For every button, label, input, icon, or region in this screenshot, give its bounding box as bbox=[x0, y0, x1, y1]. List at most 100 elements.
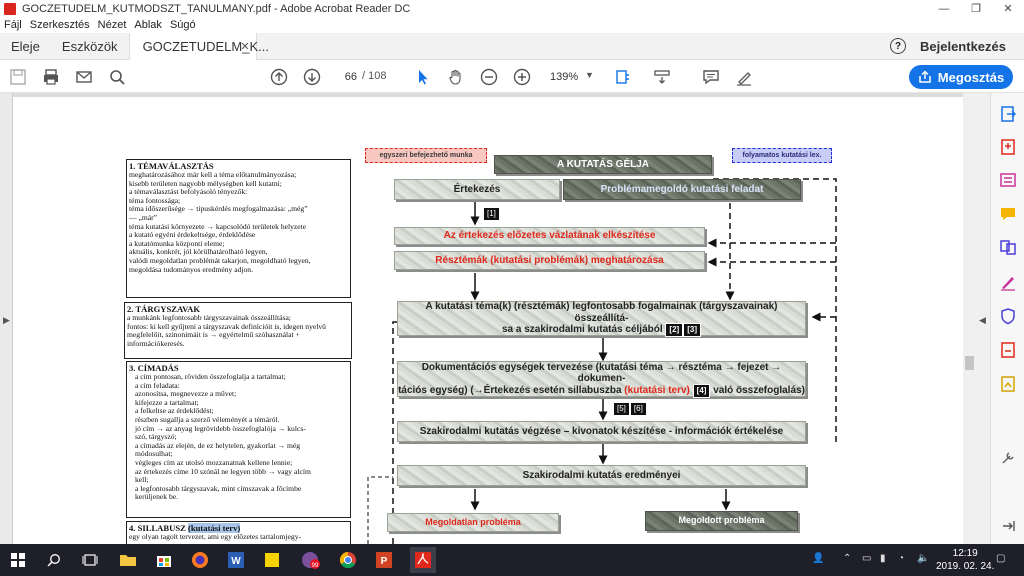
flow-problemamegoldo: Problémamegoldó kutatási feladat bbox=[563, 179, 801, 200]
box3-line: kerüljenek be. bbox=[135, 492, 179, 502]
flow-megoldott: Megoldott probléma bbox=[645, 511, 798, 531]
wifi-icon[interactable]: ◔ bbox=[898, 553, 904, 564]
flow-vazlat: Az értekezés előzetes vázlatának elkészí… bbox=[394, 227, 705, 245]
pdf-page: 1. TÉMAVÁLASZTÁS meghatározásához már ke… bbox=[13, 97, 963, 544]
powerpoint-icon[interactable]: P bbox=[374, 550, 394, 570]
search-taskbar-icon[interactable] bbox=[44, 550, 64, 570]
dashed-loop-left-outer bbox=[367, 476, 393, 544]
store-icon[interactable] bbox=[154, 550, 174, 570]
collapse-panel-icon[interactable] bbox=[999, 517, 1017, 535]
fogalmak-line2: sa a szakirodalmi kutatás céljából [2] [3… bbox=[502, 323, 701, 337]
clock[interactable]: 12:19 2019. 02. 24. bbox=[936, 547, 994, 573]
previous-page-icon[interactable] bbox=[268, 66, 290, 88]
acrobat-taskbar-icon[interactable] bbox=[410, 547, 436, 573]
share-button[interactable]: Megosztás bbox=[909, 65, 1013, 89]
protect-icon[interactable] bbox=[999, 307, 1017, 325]
scroll-mode-icon[interactable] bbox=[651, 66, 673, 88]
combine-files-icon[interactable] bbox=[999, 238, 1017, 256]
export-pdf-icon[interactable] bbox=[999, 105, 1017, 123]
viber-icon[interactable]: 99 bbox=[300, 550, 320, 570]
search-icon[interactable] bbox=[106, 66, 128, 88]
chrome-icon[interactable] bbox=[338, 550, 358, 570]
scrollbar-thumb[interactable] bbox=[965, 356, 974, 370]
firefox-icon[interactable] bbox=[190, 550, 210, 570]
zoom-dropdown-icon[interactable]: ▼ bbox=[585, 70, 594, 80]
battery-icon[interactable]: ▮ bbox=[880, 553, 886, 564]
page-fit-icon[interactable] bbox=[612, 66, 634, 88]
send-review-icon[interactable] bbox=[999, 341, 1017, 359]
close-window-button[interactable]: ✕ bbox=[992, 0, 1024, 17]
page-number-input[interactable] bbox=[333, 68, 361, 86]
flow-ertekezes: Értekezés bbox=[394, 179, 560, 200]
fogalmak-line1: A kutatási téma(k) (résztémák) legfontos… bbox=[425, 301, 778, 324]
menu-edit[interactable]: Szerkesztés bbox=[30, 19, 90, 31]
box2-line: információkeresés. bbox=[127, 338, 185, 348]
zoom-level[interactable]: 139% bbox=[550, 71, 578, 83]
left-panel-toggle[interactable]: ▶ bbox=[0, 93, 13, 544]
task-view-icon[interactable] bbox=[80, 550, 100, 570]
edit-pdf-icon[interactable] bbox=[999, 171, 1017, 189]
send-sign-icon[interactable] bbox=[999, 375, 1017, 393]
highlight-pen-icon[interactable] bbox=[733, 66, 755, 88]
tab-tools[interactable]: Eszközök bbox=[51, 33, 129, 60]
minimize-button[interactable]: — bbox=[928, 0, 960, 17]
save-icon[interactable] bbox=[7, 66, 29, 88]
menu-window[interactable]: Ablak bbox=[134, 19, 162, 31]
collapse-right-panel-icon[interactable]: ◀ bbox=[979, 315, 986, 326]
legend-continuous-task: folyamatos kutatási lex. bbox=[732, 148, 832, 163]
restore-button[interactable]: ❐ bbox=[960, 0, 992, 17]
share-icon bbox=[919, 70, 931, 83]
vertical-scrollbar[interactable]: ◀ bbox=[963, 93, 990, 544]
help-icon[interactable]: ? bbox=[890, 38, 906, 54]
menu-view[interactable]: Nézet bbox=[98, 19, 127, 31]
close-tab-icon[interactable]: ✕ bbox=[240, 40, 249, 53]
tab-document-label: GOCZETUDELM_K... bbox=[142, 38, 269, 54]
menu-file[interactable]: Fájl bbox=[4, 19, 22, 31]
box4-line: egy olyan tagolt tervezet, ami egy előze… bbox=[129, 532, 302, 541]
box3-line: az értekezés címe 10 szónál ne legyen tö… bbox=[135, 466, 311, 476]
ref-tags-5-6: [5] [6] bbox=[613, 400, 647, 416]
fill-sign-icon[interactable] bbox=[999, 273, 1017, 291]
zoom-in-icon[interactable] bbox=[511, 66, 533, 88]
print-icon[interactable] bbox=[40, 66, 62, 88]
menu-help[interactable]: Súgó bbox=[170, 19, 196, 31]
sticky-notes-icon[interactable] bbox=[262, 550, 282, 570]
comment-tool-icon[interactable] bbox=[999, 205, 1017, 223]
windows-taskbar: W 99 P 👤 ⌃ ▭ ▮ ◔ 🔈 12:19 2019. 02. 24. ▢ bbox=[0, 544, 1024, 576]
dok-line1: Dokumentációs egységek tervezése (kutatá… bbox=[421, 361, 782, 385]
notification-icon[interactable]: ▢ bbox=[996, 553, 1005, 564]
viber-badge: 99 bbox=[312, 563, 319, 569]
people-icon[interactable]: 👤 bbox=[812, 553, 824, 564]
main-toolbar: / 108 139% ▼ Megosztás bbox=[0, 61, 1024, 93]
windows-start-icon[interactable] bbox=[8, 550, 28, 570]
email-icon[interactable] bbox=[73, 66, 95, 88]
hand-tool-icon[interactable] bbox=[445, 66, 467, 88]
select-cursor-icon[interactable] bbox=[412, 66, 434, 88]
ref-tag-1: [1] bbox=[483, 205, 500, 221]
volume-icon[interactable]: 🔈 bbox=[917, 553, 929, 564]
zoom-out-icon[interactable] bbox=[478, 66, 500, 88]
comment-icon[interactable] bbox=[700, 66, 722, 88]
more-tools-icon[interactable] bbox=[999, 449, 1017, 467]
page-count: / 108 bbox=[362, 70, 387, 82]
create-pdf-icon[interactable] bbox=[999, 138, 1017, 156]
word-icon[interactable]: W bbox=[226, 550, 246, 570]
ref-tag-3: [3] bbox=[683, 323, 701, 337]
flow-szakirodalmi: Szakirodalmi kutatás végzése – kivonatok… bbox=[397, 421, 806, 442]
tray-chevron-icon[interactable]: ⌃ bbox=[843, 553, 851, 564]
ref-tag-4: [4] bbox=[692, 383, 711, 398]
expand-left-panel-icon[interactable]: ▶ bbox=[3, 315, 10, 326]
signin-button[interactable]: Bejelentkezés bbox=[920, 39, 1006, 54]
file-explorer-icon[interactable] bbox=[118, 550, 138, 570]
ref-tag-5: [5] bbox=[613, 402, 630, 416]
network-icon[interactable]: ▭ bbox=[862, 553, 871, 564]
box-temavalasztas: 1. TÉMAVÁLASZTÁS meghatározásához már ke… bbox=[126, 159, 351, 298]
tab-home[interactable]: Eleje bbox=[0, 33, 51, 60]
tab-document[interactable]: GOCZETUDELM_K... ✕ bbox=[128, 32, 269, 60]
document-area[interactable]: ▶ 1. TÉMAVÁLASZTÁS meghatározásához már … bbox=[0, 93, 990, 544]
flow-eredmenyei: Szakirodalmi kutatás eredményei bbox=[397, 465, 806, 486]
ref-tag-6: [6] bbox=[629, 402, 647, 416]
tab-bar: Eleje Eszközök GOCZETUDELM_K... ✕ ? Beje… bbox=[0, 32, 1024, 60]
next-page-icon[interactable] bbox=[301, 66, 323, 88]
right-tools-panel bbox=[990, 93, 1024, 544]
